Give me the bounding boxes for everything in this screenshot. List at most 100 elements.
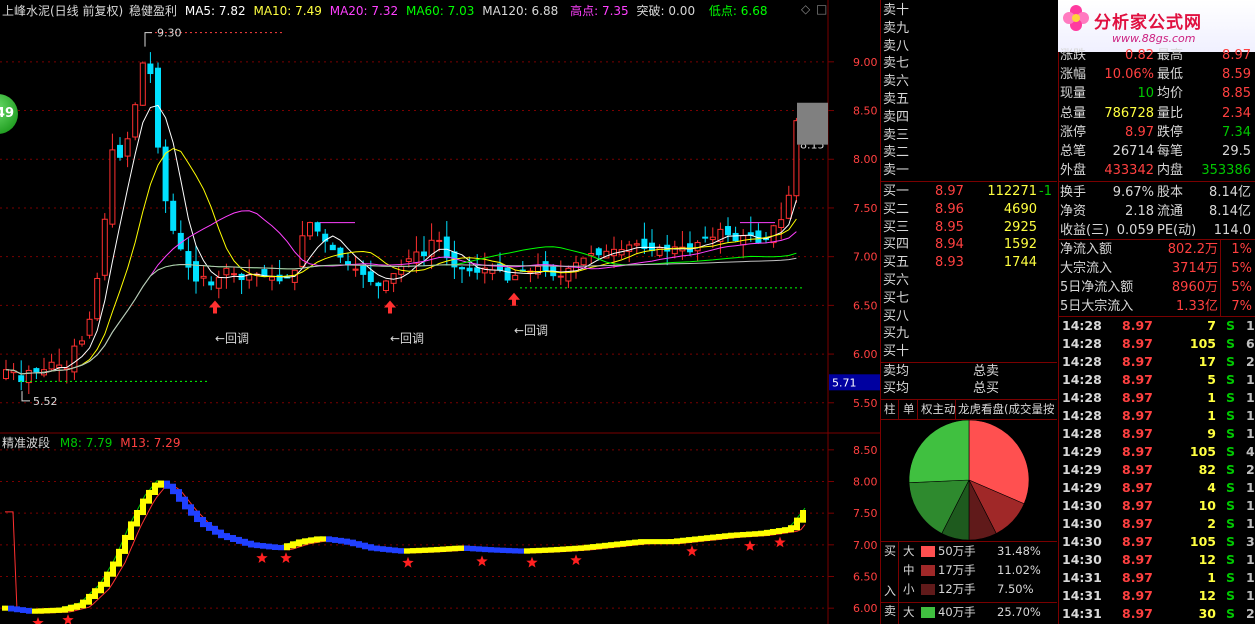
- site-banner[interactable]: 分析家公式网 www.88gs.com: [1058, 0, 1255, 52]
- wave-band-block: [374, 545, 380, 552]
- bid-price: 8.96: [935, 201, 964, 217]
- wave-band-block: [362, 542, 368, 550]
- candle-body: [314, 222, 321, 232]
- wave-band-block: [542, 547, 548, 553]
- tick-count: 2: [1246, 462, 1255, 477]
- low-label: 5.52: [33, 395, 58, 408]
- candle-body: [709, 236, 716, 241]
- tick-row: 14:30 8.97 12 S 1: [1058, 551, 1255, 569]
- high-point: 高点: 7.35: [570, 4, 629, 18]
- bid-price: 8.95: [935, 219, 964, 235]
- wave-band-block: [608, 542, 614, 548]
- price-marker-label: 5.71: [832, 376, 857, 389]
- tick-price: 8.97: [1122, 516, 1153, 531]
- bid-row[interactable]: 买二 8.96 4690: [881, 201, 1057, 219]
- flow-row: 中 17万手 11.02%: [881, 561, 1057, 580]
- ask-row[interactable]: 卖九: [881, 20, 1057, 38]
- fund-flow-value: 802.2万: [1167, 242, 1218, 257]
- ask-row[interactable]: 卖一: [881, 162, 1057, 180]
- subchart-title: 精准波段: [2, 436, 51, 450]
- ask-row[interactable]: 卖五: [881, 91, 1057, 109]
- window-restore-icon[interactable]: ◇: [801, 2, 810, 16]
- y-tick-label: 8.00: [853, 153, 878, 166]
- candle-body: [565, 267, 572, 282]
- ask-label: 卖四: [883, 109, 910, 125]
- tab-bar[interactable]: 柱: [884, 400, 896, 419]
- tick-count: 1: [1246, 570, 1255, 585]
- ask-label: 卖一: [883, 163, 910, 179]
- bid-row[interactable]: 买七: [881, 290, 1057, 308]
- wave-band-block: [236, 536, 242, 544]
- quote-label: 涨停: [1060, 124, 1087, 140]
- fund-flow-label: 大宗流入: [1060, 261, 1113, 276]
- bid-row[interactable]: 买五 8.93 1744: [881, 254, 1057, 272]
- pullback-label: ←回调: [514, 324, 548, 338]
- candle-body: [337, 247, 344, 258]
- wave-band-block: [662, 539, 668, 545]
- bid-row[interactable]: 买三 8.95 2925: [881, 219, 1057, 237]
- bid-row[interactable]: 买八: [881, 308, 1057, 326]
- fund-flow-label: 5日净流入额: [1060, 280, 1134, 295]
- wave-band-block: [218, 529, 224, 539]
- fund-flow-row: 5日大宗流入 1.33亿 7%: [1058, 297, 1253, 316]
- bid-row[interactable]: 买十: [881, 343, 1057, 361]
- candle-body: [18, 375, 25, 383]
- fund-separator: [1220, 297, 1221, 316]
- bid-row[interactable]: 买九: [881, 325, 1057, 343]
- wave-band-block: [56, 607, 62, 613]
- ask-row[interactable]: 卖四: [881, 109, 1057, 127]
- wave-band-block: [8, 605, 14, 612]
- ask-row[interactable]: 卖二: [881, 144, 1057, 162]
- bid-row[interactable]: 买四 8.94 1592: [881, 236, 1057, 254]
- bid-label: 买二: [883, 201, 910, 217]
- candle-body: [193, 261, 199, 282]
- ask-row[interactable]: 卖十: [881, 2, 1057, 20]
- wave-band-block: [794, 517, 800, 531]
- bid-row[interactable]: 买一 8.97 112271 -1: [881, 183, 1057, 201]
- wave-band-block: [224, 533, 230, 541]
- tick-time: 14:30: [1062, 516, 1102, 531]
- candle-body: [725, 226, 731, 236]
- bid-row[interactable]: 买六: [881, 272, 1057, 290]
- wave-band-block: [182, 496, 188, 510]
- tab-order[interactable]: 单: [903, 400, 915, 419]
- wave-band-block: [428, 547, 434, 553]
- tick-volume: 9: [1207, 426, 1216, 441]
- wave-band-block: [440, 546, 446, 552]
- wave-band-block: [278, 544, 284, 551]
- wave-band-block: [644, 539, 650, 545]
- candle-body: [512, 274, 519, 281]
- candle-body: [474, 267, 481, 273]
- candle-body: [139, 62, 146, 106]
- ask-row[interactable]: 卖七: [881, 55, 1057, 73]
- wave-band-block: [140, 498, 146, 516]
- candle-body: [48, 361, 55, 370]
- flow-percent: 31.48%: [997, 544, 1041, 558]
- wave-band-block: [416, 547, 422, 554]
- ask-row[interactable]: 卖八: [881, 38, 1057, 56]
- quote-row: 现量 10 均价 8.85: [1058, 84, 1253, 103]
- candle-body: [360, 265, 367, 275]
- tick-direction: S: [1226, 408, 1236, 423]
- quote-row: 涨停 8.97 跌停 7.34: [1058, 123, 1253, 142]
- wave-band-block: [650, 539, 656, 545]
- kline-chart-area[interactable]: 9.00 8.50 8.00 7.50 7.00 6.50 6.00 5.50 8.50 8.00…: [0, 0, 880, 624]
- tab-separator: [917, 400, 918, 419]
- pullback-arrow-icon: [508, 292, 520, 306]
- candle-body: [633, 243, 640, 246]
- window-maximize-icon[interactable]: □: [816, 2, 827, 16]
- quote-label: 换手: [1060, 185, 1087, 200]
- tick-row: 14:29 8.97 4 S 1: [1058, 479, 1255, 497]
- fund-flow-row: 大宗流入 3714万 5%: [1058, 259, 1253, 278]
- banner-title: 分析家公式网: [1094, 13, 1202, 33]
- ask-row[interactable]: 卖六: [881, 73, 1057, 91]
- wave-band-block: [464, 545, 470, 551]
- ask-row[interactable]: 卖三: [881, 127, 1057, 145]
- y-tick-label: 6.00: [853, 602, 878, 615]
- wave-band-block: [32, 608, 38, 614]
- tick-volume: 1: [1207, 408, 1216, 423]
- candle-body: [443, 236, 450, 259]
- bid-label: 买八: [883, 308, 910, 324]
- tab-active-weight[interactable]: 权主动: [921, 400, 956, 419]
- tab-dragon-tiger[interactable]: 龙虎看盘(成交量按: [958, 400, 1055, 419]
